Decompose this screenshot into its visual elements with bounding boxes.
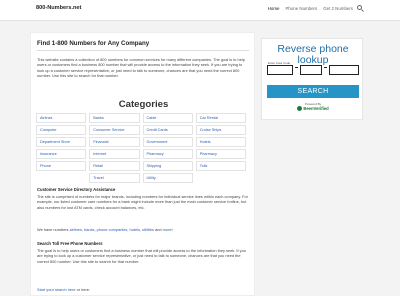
- categories-heading: Categories: [118, 99, 169, 110]
- category-retail[interactable]: Retail: [89, 161, 140, 171]
- category-tolls[interactable]: Tolls: [195, 161, 246, 171]
- link-utilities[interactable]: utilities: [142, 227, 154, 232]
- numbers-links-line: We have numbers airlines, banks, phone c…: [37, 227, 173, 232]
- category-consumer-service[interactable]: Consumer Service: [89, 125, 140, 135]
- category-phone[interactable]: Phone: [36, 161, 87, 171]
- directory-text: The site is comprised of numbers for maj…: [37, 194, 248, 210]
- category-credit-cards[interactable]: Credit Cards: [142, 125, 193, 135]
- category-cable[interactable]: Cable: [142, 113, 193, 123]
- dash-2: [324, 67, 327, 68]
- category-financial[interactable]: Financial: [89, 137, 140, 147]
- category-pharmacy-2[interactable]: Pharmacy: [195, 149, 246, 159]
- category-car-rental[interactable]: Car Rental: [195, 113, 246, 123]
- category-pharmacy[interactable]: Pharmacy: [142, 149, 193, 159]
- footer-tail: or here:: [75, 287, 90, 292]
- page-title: Find 1-800 Numbers for Any Company: [37, 40, 150, 47]
- directory-heading: Customer Service Directory Assistance: [37, 187, 116, 192]
- site-brand[interactable]: 800-Numbers.net: [36, 5, 81, 11]
- category-shipping[interactable]: Shipping: [142, 161, 193, 171]
- search-icon[interactable]: [357, 5, 364, 12]
- nav-menu: Home Phone Numbers Get 2 Numbers: [262, 5, 364, 12]
- numbers-pre: We have numbers: [37, 227, 70, 232]
- area-code-input[interactable]: [267, 65, 293, 75]
- top-navbar: 800-Numbers.net Home Phone Numbers Get 2…: [0, 0, 400, 21]
- categories-grid: Airlines Banks Cable Car Rental Computer…: [36, 113, 246, 183]
- category-hotels[interactable]: Hotels: [195, 137, 246, 147]
- intro-text: This website contains a collection of 80…: [37, 57, 245, 78]
- footer-line: Start your search here or here:: [37, 287, 90, 292]
- category-travel[interactable]: Travel: [89, 173, 140, 183]
- dash-1: [295, 67, 298, 68]
- link-airlines[interactable]: airlines: [70, 227, 82, 232]
- search-button[interactable]: SEARCH: [267, 85, 359, 98]
- category-computer[interactable]: Computer: [36, 125, 87, 135]
- category-government[interactable]: Government: [142, 137, 193, 147]
- category-cruise-ships[interactable]: Cruise Ships: [195, 125, 246, 135]
- category-utility[interactable]: Utility: [142, 173, 193, 183]
- category-banks[interactable]: Banks: [89, 113, 140, 123]
- numbers-and: and: [154, 227, 163, 232]
- reverse-lookup-ad: Reverse phone lookup Enter Area Code SEA…: [261, 38, 363, 120]
- line-number-input[interactable]: [329, 65, 359, 75]
- nav-phone-numbers[interactable]: Phone Numbers: [285, 6, 317, 11]
- link-phone-companies[interactable]: phone companies: [97, 227, 128, 232]
- nav-get-2-numbers[interactable]: Get 2 Numbers: [323, 6, 353, 11]
- search-text: The goal is to help users or customers f…: [37, 248, 246, 264]
- logo-mark-icon: [297, 106, 303, 111]
- link-hotels[interactable]: hotels: [130, 227, 140, 232]
- category-department-store[interactable]: Department Store: [36, 137, 87, 147]
- logo-text: BeenVerified: [303, 106, 329, 111]
- prefix-input[interactable]: [300, 65, 322, 75]
- link-banks[interactable]: banks: [84, 227, 94, 232]
- start-search-link[interactable]: Start your search here: [37, 287, 76, 292]
- category-internet[interactable]: Internet: [89, 149, 140, 159]
- numbers-end: !: [171, 227, 173, 232]
- search-heading: Search Toll Free Phone Numbers: [37, 241, 103, 246]
- category-airlines[interactable]: Airlines: [36, 113, 87, 123]
- main-content: Find 1-800 Numbers for Any Company This …: [30, 32, 255, 296]
- beenverified-logo: BeenVerified: [262, 106, 364, 111]
- category-insurance[interactable]: Insurance: [36, 149, 87, 159]
- nav-home[interactable]: Home: [268, 6, 280, 11]
- area-code-label: Enter Area Code: [267, 61, 292, 65]
- link-more[interactable]: more: [163, 227, 172, 232]
- title-divider: [37, 50, 249, 51]
